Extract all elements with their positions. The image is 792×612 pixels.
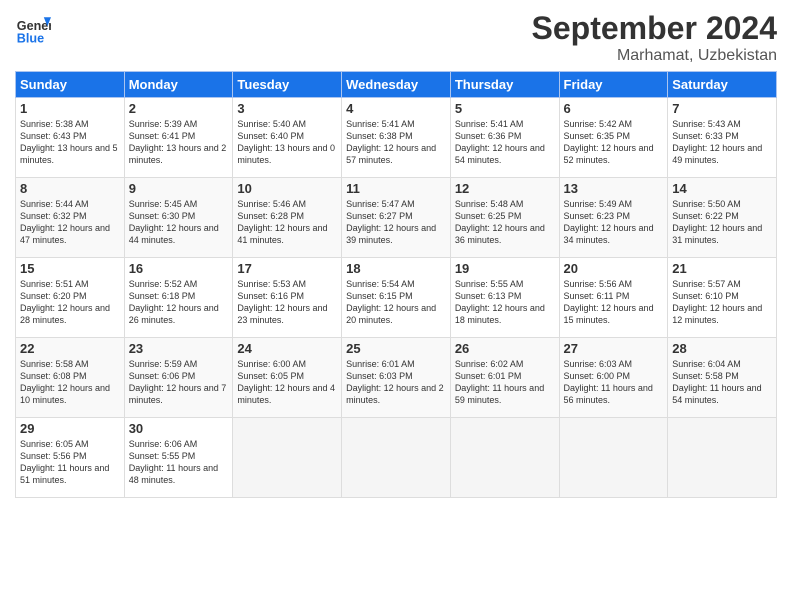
calendar-table: Sunday Monday Tuesday Wednesday Thursday… bbox=[15, 71, 777, 498]
header-row: Sunday Monday Tuesday Wednesday Thursday… bbox=[16, 72, 777, 98]
table-row bbox=[559, 418, 668, 498]
table-row: 15Sunrise: 5:51 AMSunset: 6:20 PMDayligh… bbox=[16, 258, 125, 338]
table-row: 25Sunrise: 6:01 AMSunset: 6:03 PMDayligh… bbox=[342, 338, 451, 418]
table-row bbox=[668, 418, 777, 498]
table-row: 2Sunrise: 5:39 AMSunset: 6:41 PMDaylight… bbox=[124, 98, 233, 178]
page-container: General Blue September 2024 Marhamat, Uz… bbox=[0, 0, 792, 508]
col-thursday: Thursday bbox=[450, 72, 559, 98]
table-row: 27Sunrise: 6:03 AMSunset: 6:00 PMDayligh… bbox=[559, 338, 668, 418]
table-row: 5Sunrise: 5:41 AMSunset: 6:36 PMDaylight… bbox=[450, 98, 559, 178]
table-row: 17Sunrise: 5:53 AMSunset: 6:16 PMDayligh… bbox=[233, 258, 342, 338]
table-row: 7Sunrise: 5:43 AMSunset: 6:33 PMDaylight… bbox=[668, 98, 777, 178]
table-row: 28Sunrise: 6:04 AMSunset: 5:58 PMDayligh… bbox=[668, 338, 777, 418]
table-row: 6Sunrise: 5:42 AMSunset: 6:35 PMDaylight… bbox=[559, 98, 668, 178]
table-row: 29Sunrise: 6:05 AMSunset: 5:56 PMDayligh… bbox=[16, 418, 125, 498]
table-row: 19Sunrise: 5:55 AMSunset: 6:13 PMDayligh… bbox=[450, 258, 559, 338]
col-friday: Friday bbox=[559, 72, 668, 98]
location-title: Marhamat, Uzbekistan bbox=[532, 47, 777, 65]
col-saturday: Saturday bbox=[668, 72, 777, 98]
table-row: 10Sunrise: 5:46 AMSunset: 6:28 PMDayligh… bbox=[233, 178, 342, 258]
title-section: September 2024 Marhamat, Uzbekistan bbox=[532, 10, 777, 65]
col-sunday: Sunday bbox=[16, 72, 125, 98]
table-row: 23Sunrise: 5:59 AMSunset: 6:06 PMDayligh… bbox=[124, 338, 233, 418]
table-row bbox=[342, 418, 451, 498]
month-title: September 2024 bbox=[532, 10, 777, 47]
logo-icon: General Blue bbox=[15, 10, 51, 46]
table-row: 22Sunrise: 5:58 AMSunset: 6:08 PMDayligh… bbox=[16, 338, 125, 418]
col-wednesday: Wednesday bbox=[342, 72, 451, 98]
table-row: 9Sunrise: 5:45 AMSunset: 6:30 PMDaylight… bbox=[124, 178, 233, 258]
table-row: 3Sunrise: 5:40 AMSunset: 6:40 PMDaylight… bbox=[233, 98, 342, 178]
table-row bbox=[233, 418, 342, 498]
table-row: 13Sunrise: 5:49 AMSunset: 6:23 PMDayligh… bbox=[559, 178, 668, 258]
table-row: 11Sunrise: 5:47 AMSunset: 6:27 PMDayligh… bbox=[342, 178, 451, 258]
table-row: 26Sunrise: 6:02 AMSunset: 6:01 PMDayligh… bbox=[450, 338, 559, 418]
table-row: 21Sunrise: 5:57 AMSunset: 6:10 PMDayligh… bbox=[668, 258, 777, 338]
svg-text:Blue: Blue bbox=[17, 31, 44, 45]
table-row: 4Sunrise: 5:41 AMSunset: 6:38 PMDaylight… bbox=[342, 98, 451, 178]
table-row: 18Sunrise: 5:54 AMSunset: 6:15 PMDayligh… bbox=[342, 258, 451, 338]
table-row: 16Sunrise: 5:52 AMSunset: 6:18 PMDayligh… bbox=[124, 258, 233, 338]
table-row: 8Sunrise: 5:44 AMSunset: 6:32 PMDaylight… bbox=[16, 178, 125, 258]
table-row: 14Sunrise: 5:50 AMSunset: 6:22 PMDayligh… bbox=[668, 178, 777, 258]
table-row bbox=[450, 418, 559, 498]
table-row: 30Sunrise: 6:06 AMSunset: 5:55 PMDayligh… bbox=[124, 418, 233, 498]
table-row: 12Sunrise: 5:48 AMSunset: 6:25 PMDayligh… bbox=[450, 178, 559, 258]
table-row: 24Sunrise: 6:00 AMSunset: 6:05 PMDayligh… bbox=[233, 338, 342, 418]
logo: General Blue bbox=[15, 10, 51, 46]
header: General Blue September 2024 Marhamat, Uz… bbox=[15, 10, 777, 65]
col-tuesday: Tuesday bbox=[233, 72, 342, 98]
col-monday: Monday bbox=[124, 72, 233, 98]
table-row: 1Sunrise: 5:38 AMSunset: 6:43 PMDaylight… bbox=[16, 98, 125, 178]
table-row: 20Sunrise: 5:56 AMSunset: 6:11 PMDayligh… bbox=[559, 258, 668, 338]
